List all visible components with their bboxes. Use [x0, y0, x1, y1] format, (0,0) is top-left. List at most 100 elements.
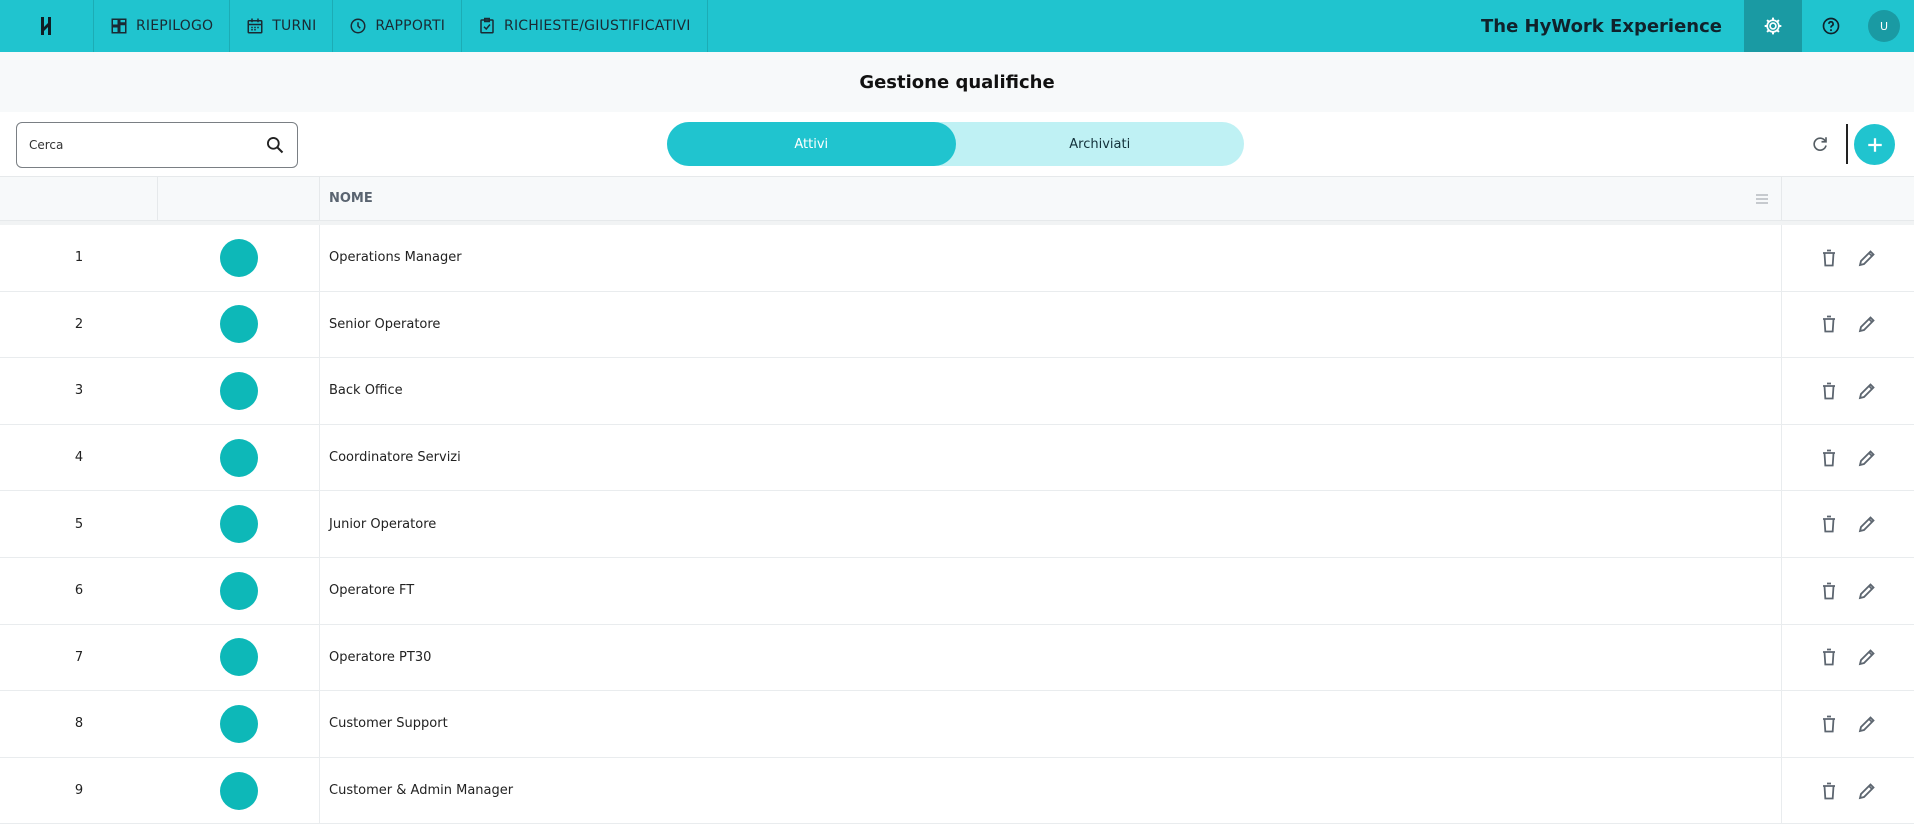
color-cell: [158, 358, 320, 424]
pencil-icon: [1858, 383, 1875, 400]
add-qualification-button[interactable]: [1854, 124, 1895, 165]
row-actions: [1782, 425, 1914, 491]
row-index: 9: [74, 783, 84, 799]
pencil-icon: [1858, 582, 1875, 600]
row-index: 7: [74, 649, 84, 665]
dashboard-icon: [111, 18, 127, 34]
row-index: 6: [74, 583, 84, 599]
delete-button[interactable]: [1818, 780, 1840, 802]
nav-turni[interactable]: TURNI: [230, 0, 334, 52]
delete-button[interactable]: [1818, 646, 1840, 668]
column-menu-icon[interactable]: [1755, 193, 1769, 205]
row-actions: [1782, 491, 1914, 557]
nav-label: RIEPILOGO: [136, 18, 214, 34]
color-dot: [219, 704, 258, 743]
row-actions: [1782, 358, 1914, 424]
color-dot: [219, 238, 258, 277]
toolbar: Attivi Archiviati: [0, 112, 1914, 176]
page-header: Gestione qualifiche: [0, 52, 1914, 112]
row-name: Operatore PT30: [320, 624, 1782, 691]
row-actions: [1782, 758, 1914, 824]
edit-button[interactable]: [1856, 513, 1878, 535]
color-cell: [158, 557, 320, 624]
nav-riepilogo[interactable]: RIEPILOGO: [94, 0, 231, 52]
edit-button[interactable]: [1856, 780, 1878, 802]
toolbar-divider: [1846, 124, 1848, 164]
help-button[interactable]: [1802, 0, 1860, 52]
nav-richieste-giustificativi[interactable]: RICHIESTE/GIUSTIFICATIVI: [462, 0, 708, 52]
row-name: Customer & Admin Manager: [320, 757, 1782, 824]
plus-icon: [1867, 137, 1882, 152]
row-index: 3: [74, 383, 84, 399]
edit-button[interactable]: [1856, 580, 1878, 602]
trash-icon: [1823, 648, 1835, 666]
row-index: 4: [74, 450, 84, 466]
app-logo[interactable]: [0, 0, 94, 52]
color-cell: [158, 424, 320, 491]
row-name: Coordinatore Servizi: [320, 424, 1782, 491]
user-avatar[interactable]: U: [1868, 10, 1900, 42]
table-row[interactable]: 2 Senior Operatore: [0, 291, 1914, 359]
pencil-icon: [1858, 449, 1875, 466]
row-actions: [1782, 625, 1914, 691]
table-header: NOME: [0, 176, 1914, 221]
table-row[interactable]: 9 Customer & Admin Manager: [0, 757, 1914, 825]
edit-button[interactable]: [1856, 380, 1878, 402]
table-row[interactable]: 1 Operations Manager: [0, 225, 1914, 292]
qualifications-table: NOME 1 Operations Manager 2 Senior Opera…: [0, 176, 1914, 825]
top-navbar: RIEPILOGO TURNI RAPPORTI RICHIESTE/GIUST…: [0, 0, 1914, 52]
table-row[interactable]: 7 Operatore PT30: [0, 624, 1914, 692]
pencil-icon: [1858, 782, 1875, 799]
delete-button[interactable]: [1818, 713, 1840, 735]
pencil-icon: [1858, 649, 1875, 666]
header-name-label: NOME: [329, 191, 373, 206]
search-input[interactable]: [29, 138, 265, 152]
row-name: Customer Support: [320, 691, 1782, 757]
table-row[interactable]: 3 Back Office: [0, 358, 1914, 425]
header-name[interactable]: NOME: [320, 177, 1782, 220]
row-actions: [1782, 225, 1914, 291]
pencil-icon: [1858, 516, 1875, 533]
pencil-icon: [1858, 716, 1875, 733]
search-icon[interactable]: [265, 135, 285, 155]
search-field[interactable]: [16, 122, 298, 168]
color-cell: [158, 757, 320, 824]
refresh-button[interactable]: [1806, 130, 1834, 158]
color-cell: [158, 624, 320, 691]
header-color: [158, 177, 320, 220]
tab-attivi[interactable]: Attivi: [667, 122, 956, 166]
page-title: Gestione qualifiche: [859, 71, 1055, 93]
pencil-icon: [1858, 316, 1875, 333]
row-index: 1: [74, 250, 84, 266]
edit-button[interactable]: [1856, 646, 1878, 668]
color-cell: [158, 291, 320, 358]
table-row[interactable]: 8 Customer Support: [0, 691, 1914, 758]
delete-button[interactable]: [1818, 247, 1840, 269]
clock-icon: [350, 18, 366, 34]
delete-button[interactable]: [1818, 313, 1840, 335]
color-dot: [219, 571, 258, 610]
trash-icon: [1823, 782, 1835, 799]
trash-icon: [1823, 382, 1835, 400]
edit-button[interactable]: [1856, 313, 1878, 335]
delete-button[interactable]: [1818, 447, 1840, 469]
nav-label: TURNI: [272, 18, 317, 34]
delete-button[interactable]: [1818, 380, 1840, 402]
settings-button[interactable]: [1744, 0, 1802, 52]
table-row[interactable]: 4 Coordinatore Servizi: [0, 424, 1914, 492]
table-row[interactable]: 6 Operatore FT: [0, 557, 1914, 625]
edit-button[interactable]: [1856, 447, 1878, 469]
edit-button[interactable]: [1856, 713, 1878, 735]
delete-button[interactable]: [1818, 513, 1840, 535]
color-cell: [158, 225, 320, 291]
color-dot: [219, 371, 258, 410]
table-row[interactable]: 5 Junior Operatore: [0, 491, 1914, 558]
delete-button[interactable]: [1818, 580, 1840, 602]
edit-button[interactable]: [1856, 247, 1878, 269]
nav-rapporti[interactable]: RAPPORTI: [333, 0, 463, 52]
status-toggle: Attivi Archiviati: [667, 122, 1244, 166]
refresh-icon: [1813, 137, 1827, 151]
tab-archiviati[interactable]: Archiviati: [956, 122, 1245, 166]
checklist-icon: [480, 17, 494, 34]
row-actions: [1782, 292, 1914, 358]
